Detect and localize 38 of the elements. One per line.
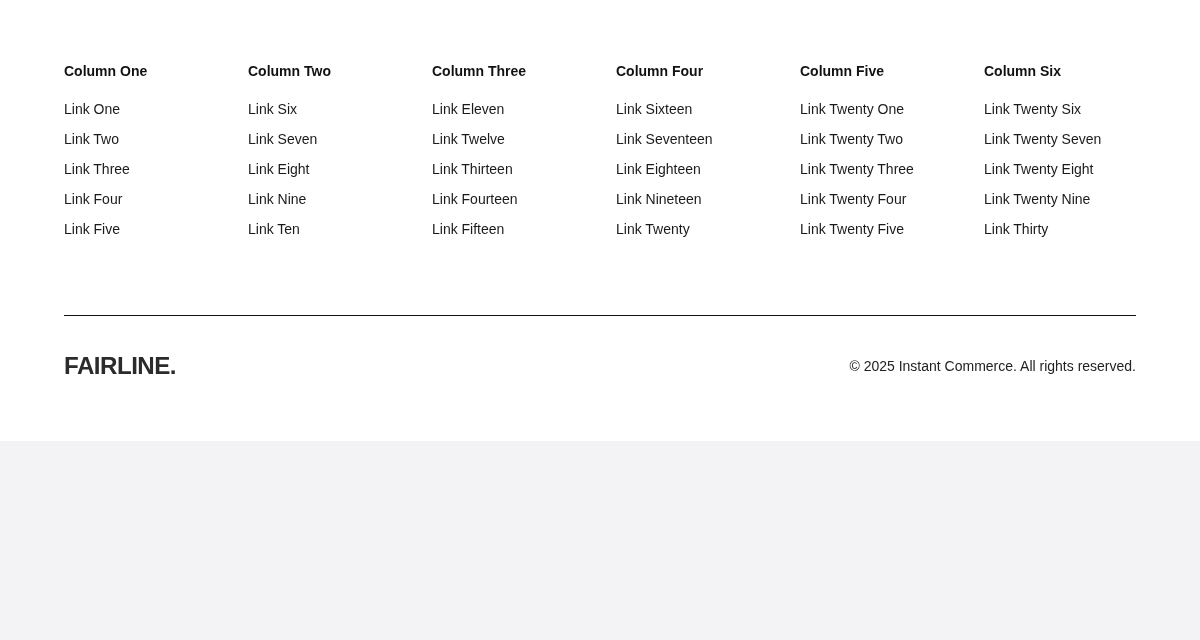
footer-link[interactable]: Link Five [64, 219, 121, 239]
footer-link[interactable]: Link Seventeen [616, 129, 713, 149]
footer-link[interactable]: Link Fifteen [432, 219, 505, 239]
column-heading: Column Two [248, 62, 331, 81]
footer-link[interactable]: Link Twenty Nine [984, 189, 1091, 209]
footer-link[interactable]: Link Twenty Four [800, 189, 907, 209]
footer-link[interactable]: Link Eleven [432, 99, 505, 119]
footer-link[interactable]: Link Eight [248, 159, 310, 179]
footer-link[interactable]: Link One [64, 99, 121, 119]
column-heading: Column Four [616, 62, 704, 81]
footer-link[interactable]: Link Twenty Two [800, 129, 903, 149]
footer-link[interactable]: Link Three [64, 159, 130, 179]
footer-link[interactable]: Link Nineteen [616, 189, 702, 209]
footer-link[interactable]: Link Twelve [432, 129, 505, 149]
column-heading: Column Six [984, 62, 1061, 81]
footer-link[interactable]: Link Ten [248, 219, 300, 239]
footer-link[interactable]: Link Six [248, 99, 298, 119]
footer-link[interactable]: Link Eighteen [616, 159, 701, 179]
footer-link[interactable]: Link Thirty [984, 219, 1049, 239]
footer-link[interactable]: Link Two [64, 129, 119, 149]
footer-link[interactable]: Link Twenty Seven [984, 129, 1102, 149]
footer-link[interactable]: Link Sixteen [616, 99, 693, 119]
column-heading: Column One [64, 62, 148, 81]
footer-link[interactable]: Link Twenty Six [984, 99, 1081, 119]
footer-link[interactable]: Link Twenty Eight [984, 159, 1094, 179]
footer-link[interactable]: Link Four [64, 189, 123, 209]
column-heading: Column Five [800, 62, 884, 81]
footer-link[interactable]: Link Nine [248, 189, 307, 209]
footer-link[interactable]: Link Fourteen [432, 189, 518, 209]
footer-link[interactable]: Link Twenty [616, 219, 690, 239]
logo[interactable]: FAIRLINE. [64, 354, 176, 378]
copyright-text: © 2025 Instant Commerce. All rights reserved. [849, 357, 1136, 376]
footer-link[interactable]: Link Thirteen [432, 159, 513, 179]
column-heading: Column Three [432, 62, 527, 81]
footer-link[interactable]: Link Twenty Five [800, 219, 904, 239]
footer-link[interactable]: Link Twenty One [800, 99, 905, 119]
footer-link[interactable]: Link Seven [248, 129, 318, 149]
footer-link[interactable]: Link Twenty Three [800, 159, 914, 179]
